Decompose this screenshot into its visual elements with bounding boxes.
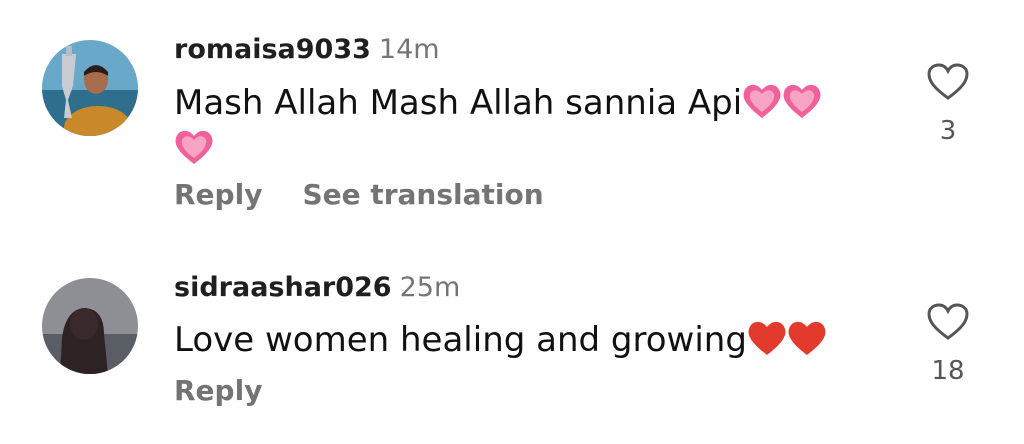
- red-heart-emoji: [788, 321, 826, 355]
- comment-actions: Reply: [174, 374, 262, 407]
- red-heart-emoji: [748, 321, 786, 355]
- avatar[interactable]: [42, 278, 138, 374]
- comment-item: sidraashar026 25m Love women healing and …: [0, 0, 1024, 444]
- comment-header: sidraashar026 25m: [174, 272, 460, 303]
- heart-outline-icon[interactable]: [926, 302, 970, 342]
- username-link[interactable]: sidraashar026: [174, 272, 392, 303]
- reply-button[interactable]: Reply: [174, 374, 262, 407]
- comment-text-content: Love women healing and growing: [174, 320, 747, 360]
- comment-text: Love women healing and growing: [174, 317, 827, 363]
- like-count: 18: [931, 356, 965, 386]
- timestamp: 25m: [399, 272, 461, 303]
- avatar-image: [42, 278, 138, 374]
- like-control: 18: [918, 302, 978, 386]
